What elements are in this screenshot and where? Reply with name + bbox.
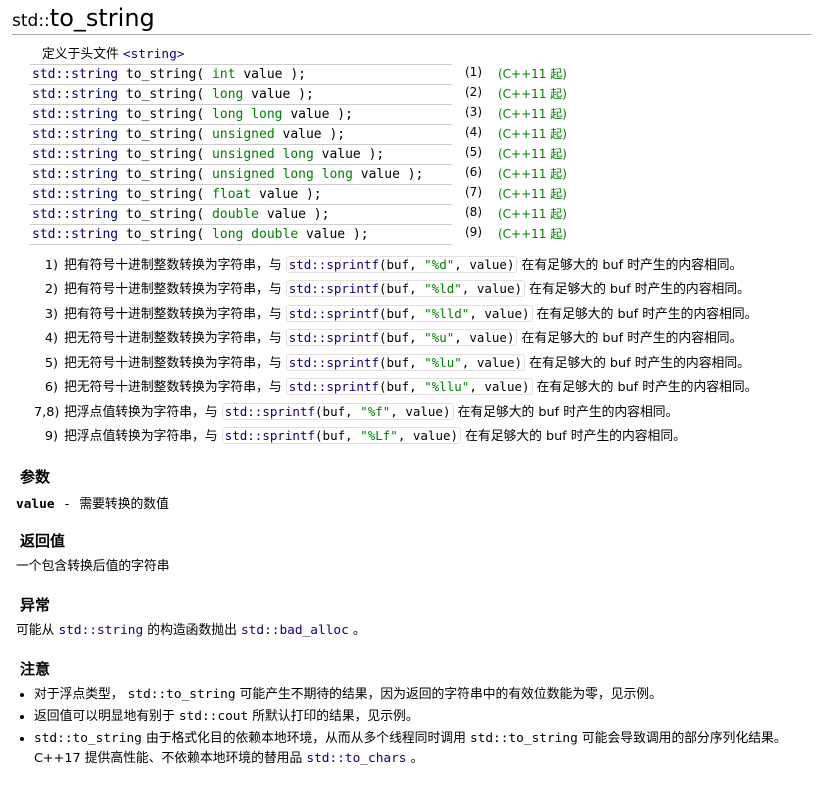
declaration-row: std::string to_string( unsigned long val…	[30, 145, 598, 165]
declaration-row: std::string to_string( float value );(7)…	[30, 185, 598, 205]
param-desc: 需要转换的数值	[79, 497, 169, 512]
title-namespace: std::	[12, 11, 50, 31]
signature-cell: std::string to_string( int value );	[30, 65, 452, 85]
overload-number: (5)	[452, 145, 486, 165]
sprintf-code: std::sprintf(buf, "%lld", value)	[286, 305, 533, 322]
declaration-row: std::string to_string( unsigned long lon…	[30, 165, 598, 185]
description-list: 1) 把有符号十进制整数转换为字符串，与 std::sprintf(buf, "…	[34, 255, 811, 448]
since-label: (C++11 起)	[486, 165, 598, 185]
signature-cell: std::string to_string( unsigned long lon…	[30, 165, 452, 185]
signature-cell: std::string to_string( long double value…	[30, 225, 452, 245]
signature-cell: std::string to_string( long value );	[30, 85, 452, 105]
since-label: (C++11 起)	[486, 185, 598, 205]
since-label: (C++11 起)	[486, 65, 598, 85]
notes-list: 对于浮点类型， std::to_string 可能产生不期待的结果，因为返回的字…	[34, 685, 811, 768]
since-label: (C++11 起)	[486, 205, 598, 225]
since-label: (C++11 起)	[486, 105, 598, 125]
overload-number: (7)	[452, 185, 486, 205]
sprintf-code: std::sprintf(buf, "%f", value)	[222, 403, 454, 420]
sprintf-code: std::sprintf(buf, "%llu", value)	[286, 378, 533, 395]
overload-number: (3)	[452, 105, 486, 125]
signature-cell: std::string to_string( long long value )…	[30, 105, 452, 125]
link-sprintf[interactable]: std::sprintf	[289, 306, 379, 321]
return-text: 一个包含转换后值的字符串	[16, 557, 811, 576]
page-title: std::to_string	[12, 4, 811, 35]
signature-cell: std::string to_string( unsigned value );	[30, 125, 452, 145]
overload-number: (6)	[452, 165, 486, 185]
param-name: value	[16, 497, 55, 512]
declaration-row: std::string to_string( int value );(1)(C…	[30, 65, 598, 85]
description-row: 1) 把有符号十进制整数转换为字符串，与 std::sprintf(buf, "…	[34, 255, 811, 276]
section-return: 返回值	[20, 530, 811, 551]
link-to-chars[interactable]: std::to_chars	[306, 751, 406, 766]
link-bad-alloc[interactable]: std::bad_alloc	[241, 623, 349, 638]
description-row: 4) 把无符号十进制整数转换为字符串，与 std::sprintf(buf, "…	[34, 328, 811, 349]
declaration-row: std::string to_string( unsigned value );…	[30, 125, 598, 145]
overload-number: (2)	[452, 85, 486, 105]
overload-number: (4)	[452, 125, 486, 145]
since-label: (C++11 起)	[486, 85, 598, 105]
description-row: 7,8) 把浮点值转换为字符串，与 std::sprintf(buf, "%f"…	[34, 402, 811, 423]
section-exceptions: 异常	[20, 594, 811, 615]
header-row: 定义于头文件 <string>	[30, 41, 598, 65]
declaration-row: std::string to_string( long double value…	[30, 225, 598, 245]
overload-number: (8)	[452, 205, 486, 225]
note-item: 对于浮点类型， std::to_string 可能产生不期待的结果，因为返回的字…	[34, 685, 811, 705]
description-row: 3) 把有符号十进制整数转换为字符串，与 std::sprintf(buf, "…	[34, 304, 811, 325]
param-row: value - 需要转换的数值	[16, 493, 811, 512]
description-row: 9) 把浮点值转换为字符串，与 std::sprintf(buf, "%Lf",…	[34, 426, 811, 447]
link-sprintf[interactable]: std::sprintf	[225, 404, 315, 419]
link-sprintf[interactable]: std::sprintf	[289, 257, 379, 272]
note-item: std::to_string 由于格式化目的依赖本地环境，从而从多个线程同时调用…	[34, 729, 811, 769]
since-label: (C++11 起)	[486, 145, 598, 165]
header-prefix: 定义于头文件	[42, 47, 123, 62]
sprintf-code: std::sprintf(buf, "%ld", value)	[286, 280, 525, 297]
section-notes: 注意	[20, 658, 811, 679]
sprintf-code: std::sprintf(buf, "%Lf", value)	[222, 427, 461, 444]
description-row: 2) 把有符号十进制整数转换为字符串，与 std::sprintf(buf, "…	[34, 279, 811, 300]
description-row: 6) 把无符号十进制整数转换为字符串，与 std::sprintf(buf, "…	[34, 377, 811, 398]
sprintf-code: std::sprintf(buf, "%d", value)	[286, 256, 518, 273]
declaration-table: 定义于头文件 <string> std::string to_string( i…	[30, 41, 598, 245]
link-sprintf[interactable]: std::sprintf	[225, 428, 315, 443]
note-item: 返回值可以明显地有别于 std::cout 所默认打印的结果，见示例。	[34, 707, 811, 727]
sprintf-code: std::sprintf(buf, "%u", value)	[286, 329, 518, 346]
title-function: to_string	[50, 4, 155, 32]
link-std-string[interactable]: std::string	[58, 623, 143, 638]
link-sprintf[interactable]: std::sprintf	[289, 281, 379, 296]
header-link[interactable]: <string>	[123, 47, 185, 62]
link-sprintf[interactable]: std::sprintf	[289, 379, 379, 394]
description-row: 5) 把无符号十进制整数转换为字符串，与 std::sprintf(buf, "…	[34, 353, 811, 374]
overload-number: (1)	[452, 65, 486, 85]
sprintf-code: std::sprintf(buf, "%lu", value)	[286, 354, 525, 371]
declaration-row: std::string to_string( double value );(8…	[30, 205, 598, 225]
signature-cell: std::string to_string( float value );	[30, 185, 452, 205]
signature-cell: std::string to_string( unsigned long val…	[30, 145, 452, 165]
since-label: (C++11 起)	[486, 125, 598, 145]
link-sprintf[interactable]: std::sprintf	[289, 355, 379, 370]
declaration-row: std::string to_string( long value );(2)(…	[30, 85, 598, 105]
signature-cell: std::string to_string( double value );	[30, 205, 452, 225]
param-dash: -	[65, 497, 70, 512]
exception-text: 可能从 std::string 的构造函数抛出 std::bad_alloc 。	[16, 621, 811, 640]
section-params: 参数	[20, 466, 811, 487]
declaration-row: std::string to_string( long long value )…	[30, 105, 598, 125]
link-sprintf[interactable]: std::sprintf	[289, 330, 379, 345]
overload-number: (9)	[452, 225, 486, 245]
since-label: (C++11 起)	[486, 225, 598, 245]
